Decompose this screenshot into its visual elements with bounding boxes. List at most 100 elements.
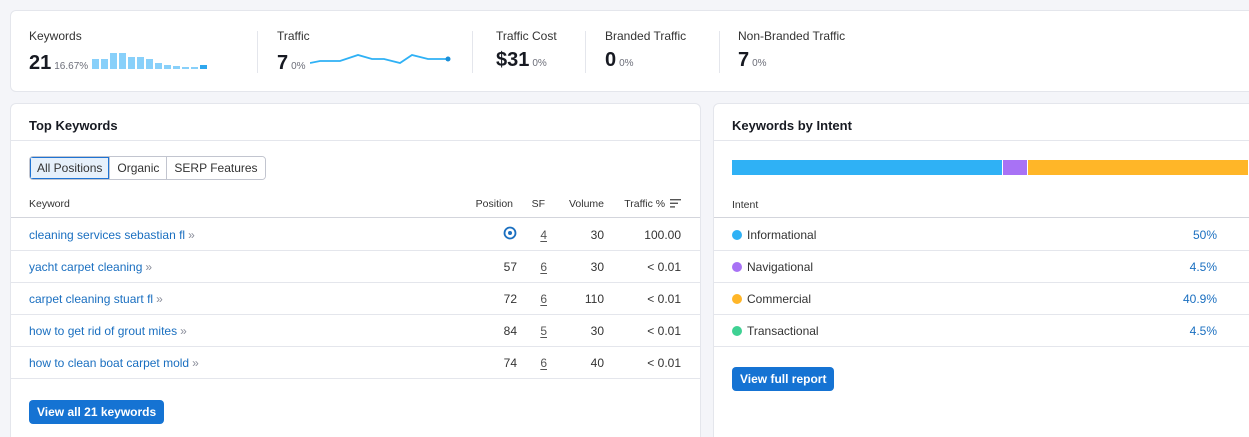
sort-icon <box>670 199 681 208</box>
metric-change: 0% <box>291 61 306 72</box>
metric-label: Branded Traffic <box>605 29 687 43</box>
intent-row-transactional[interactable]: Transactional 4.5% <box>714 315 1249 347</box>
metric-change: 0% <box>752 58 767 69</box>
intent-bar-segment-navigational[interactable] <box>1002 160 1027 175</box>
volume-value: 30 <box>590 228 604 242</box>
legend-dot <box>732 230 742 240</box>
intent-share[interactable]: 50% <box>1193 228 1217 242</box>
table-header: Intent <box>714 192 1249 218</box>
metric-change: 16.67% <box>54 61 89 72</box>
column-position[interactable]: Position <box>476 198 513 210</box>
intent-name: Navigational <box>747 260 814 274</box>
metric-label: Non-Branded Traffic <box>738 29 846 43</box>
metric-value: 0 <box>605 49 617 71</box>
intent-name: Informational <box>747 228 817 242</box>
position-filter-tabs: All Positions Organic SERP Features <box>29 156 266 180</box>
sf-count[interactable]: 6 <box>540 260 547 274</box>
traffic-value: < 0.01 <box>647 260 681 274</box>
view-all-keywords-button[interactable]: View all 21 keywords <box>29 400 165 424</box>
intent-row-commercial[interactable]: Commercial 40.9% <box>714 283 1249 315</box>
column-volume[interactable]: Volume <box>569 198 604 210</box>
keyword-link[interactable]: carpet cleaning stuart fl» <box>29 292 163 306</box>
panel-title: Keywords by Intent <box>732 118 852 133</box>
column-label: Traffic % <box>624 198 666 210</box>
chevron-right-icon: » <box>188 228 195 242</box>
metric-change: 0% <box>532 58 547 69</box>
position-value: 57 <box>503 260 517 274</box>
summary-bar: Keywords 21 16.67% Traffic 7 0% Traffic … <box>10 10 1249 92</box>
metric-traffic-cost[interactable]: Traffic Cost $31 0% <box>496 29 557 72</box>
traffic-value: < 0.01 <box>647 292 681 306</box>
intent-row-navigational[interactable]: Navigational 4.5% <box>714 251 1249 283</box>
keyword-link[interactable]: yacht carpet cleaning» <box>29 260 152 274</box>
metric-non-branded-traffic[interactable]: Non-Branded Traffic 7 0% <box>738 29 845 72</box>
intent-share[interactable]: 4.5% <box>1190 324 1217 338</box>
volume-value: 40 <box>590 356 604 370</box>
traffic-value: 100.00 <box>644 228 681 242</box>
metric-keywords[interactable]: Keywords 21 16.67% <box>29 29 222 75</box>
metric-traffic[interactable]: Traffic 7 0% <box>277 29 455 75</box>
position-value: 72 <box>503 292 517 306</box>
intent-name: Transactional <box>747 324 819 338</box>
position-value: 74 <box>503 356 517 370</box>
intent-bar-segment-informational[interactable] <box>732 160 1003 175</box>
chevron-right-icon: » <box>192 356 199 370</box>
keywords-by-intent-panel: Keywords by Intent Intent Informational … <box>713 103 1249 437</box>
sf-count[interactable]: 6 <box>540 356 547 370</box>
intent-distribution-bar <box>732 160 1249 175</box>
metric-value: 7 <box>738 49 750 71</box>
intent-share[interactable]: 4.5% <box>1190 260 1217 274</box>
volume-value: 110 <box>584 292 604 306</box>
table-row: cleaning services sebastian fl» 4 30 100… <box>11 219 700 251</box>
traffic-value: < 0.01 <box>647 324 681 338</box>
keyword-link[interactable]: cleaning services sebastian fl» <box>29 228 195 242</box>
column-intent: Intent <box>732 199 759 211</box>
divider <box>11 140 700 141</box>
traffic-value: < 0.01 <box>647 356 681 370</box>
sf-count[interactable]: 6 <box>540 292 547 306</box>
metric-value: $31 <box>496 49 530 71</box>
view-full-report-button[interactable]: View full report <box>732 367 835 391</box>
chevron-right-icon: » <box>156 292 163 306</box>
tab-organic[interactable]: Organic <box>109 157 167 179</box>
column-traffic-percent[interactable]: Traffic % <box>624 198 681 210</box>
keyword-link[interactable]: how to clean boat carpet mold» <box>29 356 199 370</box>
column-keyword[interactable]: Keyword <box>29 198 70 210</box>
intent-bar-segment-commercial[interactable] <box>1026 160 1248 175</box>
table-row: how to get rid of grout mites» 84 5 30 <… <box>11 315 700 347</box>
intent-share[interactable]: 40.9% <box>1183 292 1217 306</box>
legend-dot <box>732 326 742 336</box>
chevron-right-icon: » <box>180 324 187 338</box>
volume-value: 30 <box>590 324 604 338</box>
column-sf[interactable]: SF <box>532 198 545 210</box>
intent-name: Commercial <box>747 292 812 306</box>
tab-serp-features[interactable]: SERP Features <box>166 157 265 179</box>
location-pin-icon <box>503 226 517 243</box>
metric-label: Keywords <box>29 29 82 43</box>
metric-change: 0% <box>619 58 634 69</box>
panel-title: Top Keywords <box>29 118 118 133</box>
table-header: Keyword Position SF Volume Traffic % <box>11 192 700 218</box>
metric-branded-traffic[interactable]: Branded Traffic 0 0% <box>605 29 686 72</box>
table-row: how to clean boat carpet mold» 74 6 40 <… <box>11 347 700 379</box>
metric-value: 21 <box>29 52 52 74</box>
chevron-right-icon: » <box>145 260 153 274</box>
tab-all-positions[interactable]: All Positions <box>30 157 110 179</box>
metric-value: 7 <box>277 52 289 74</box>
metric-label: Traffic Cost <box>496 29 557 43</box>
sf-count[interactable]: 4 <box>540 228 547 242</box>
sf-count[interactable]: 5 <box>540 324 547 338</box>
keyword-link[interactable]: how to get rid of grout mites» <box>29 324 187 338</box>
traffic-line-sparkline <box>309 54 451 64</box>
table-row: yacht carpet cleaning» 57 6 30 < 0.01 <box>11 251 700 283</box>
legend-dot <box>732 294 742 304</box>
top-keywords-panel: Top Keywords All Positions Organic SERP … <box>10 103 701 437</box>
position-value: 84 <box>503 324 517 338</box>
volume-value: 30 <box>590 260 604 274</box>
legend-dot <box>732 262 742 272</box>
divider <box>714 140 1249 141</box>
table-row: carpet cleaning stuart fl» 72 6 110 < 0.… <box>11 283 700 315</box>
keywords-bar-sparkline <box>92 53 208 69</box>
intent-row-informational[interactable]: Informational 50% <box>714 219 1249 251</box>
metric-label: Traffic <box>277 29 310 43</box>
